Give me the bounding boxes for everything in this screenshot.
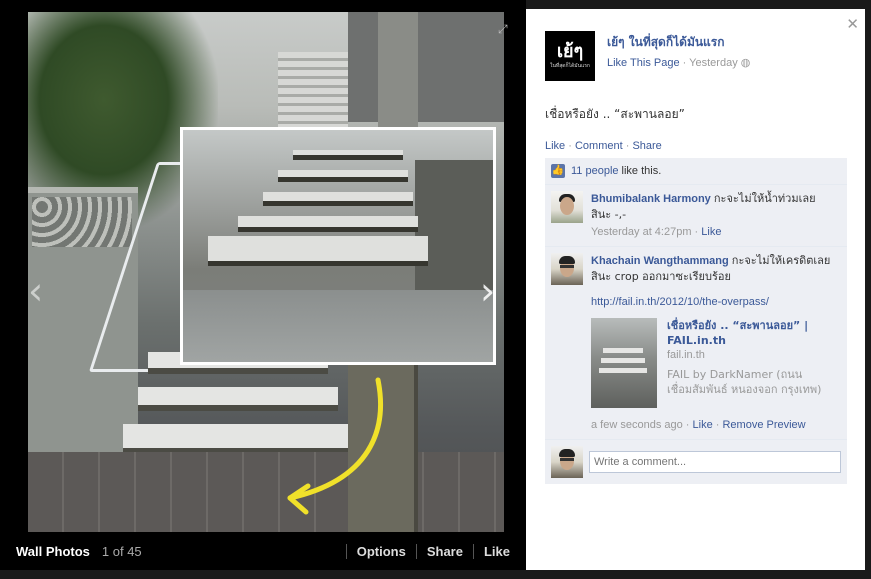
- action-separator: ·: [622, 140, 633, 152]
- link-preview-thumbnail[interactable]: [591, 318, 657, 408]
- comment-time[interactable]: a few seconds ago: [591, 419, 683, 431]
- info-panel: ✕ เย้ๆ ในที่สุดก็ได้มันแรก เย้ๆ ในที่สุด…: [526, 9, 865, 570]
- thumb-step: [601, 358, 645, 363]
- avatar-subtext: ในที่สุดก็ได้มันแรก: [550, 62, 590, 69]
- likes-summary: 👍 11 people like this.: [545, 158, 847, 185]
- avatar[interactable]: [551, 191, 583, 223]
- action-separator: ·: [565, 140, 575, 152]
- inset-step: [293, 150, 403, 160]
- avatar[interactable]: [551, 253, 583, 285]
- post-meta: Like This Page · Yesterday ◍: [607, 56, 750, 69]
- post-share-link[interactable]: Share: [632, 140, 661, 152]
- likes-suffix: like this.: [621, 165, 662, 177]
- chevron-right-icon[interactable]: ›: [480, 272, 495, 310]
- like-button[interactable]: Like: [472, 543, 510, 559]
- inset-step: [263, 192, 413, 206]
- thumb-step: [603, 348, 643, 353]
- header-info: เย้ๆ ในที่สุดก็ได้มันแรก Like This Page …: [607, 31, 750, 81]
- like-page-link[interactable]: Like This Page: [607, 57, 680, 69]
- thumb-step: [599, 368, 647, 373]
- comment-item: Bhumibalank Harmony กะจะไม่ให้น้ำท่วมเลย…: [545, 185, 847, 247]
- comment-composer: [545, 440, 847, 484]
- inset-ground: [183, 290, 493, 362]
- comment-like-link[interactable]: Like: [693, 419, 713, 431]
- link-preview-domain: fail.in.th: [667, 349, 705, 361]
- comment-body: Bhumibalank Harmony กะจะไม่ให้น้ำท่วมเลย…: [591, 191, 831, 240]
- inset-step: [208, 236, 428, 266]
- comment-author-link[interactable]: Khachain Wangthammang: [591, 255, 729, 267]
- post-comment-link[interactable]: Comment: [575, 140, 623, 152]
- likes-count-link[interactable]: 11 people: [571, 165, 619, 177]
- comment-url-link[interactable]: http://fail.in.th/2012/10/the-overpass/: [591, 295, 831, 310]
- photo-bottom-bar: Wall Photos 1 of 45 Options Share Like: [0, 532, 526, 570]
- link-preview-title[interactable]: เชื่อหรือยัง .. “สะพานลอย” | FAIL.in.th: [667, 318, 831, 348]
- avatar-hair: [559, 449, 575, 457]
- link-preview-card[interactable]: เชื่อหรือยัง .. “สะพานลอย” | FAIL.in.th …: [591, 318, 831, 408]
- comment-item: Khachain Wangthammang กะจะไม่ให้เครดิตเล…: [545, 247, 847, 440]
- options-button[interactable]: Options: [345, 543, 416, 559]
- expand-icon[interactable]: ⤢: [498, 22, 508, 37]
- thumbs-up-icon: 👍: [551, 164, 565, 178]
- comment-input[interactable]: [589, 451, 841, 473]
- photo-wall-pattern: [32, 197, 132, 247]
- page-avatar[interactable]: เย้ๆ ในที่สุดก็ได้มันแรก: [545, 31, 595, 81]
- inset-step: [278, 170, 408, 182]
- post-actions: Like · Comment · Share: [545, 140, 847, 152]
- album-name[interactable]: Wall Photos: [16, 544, 90, 559]
- photo-stage: ‹ › ⤢ Wall Photos 1 of 45 Options Share …: [0, 0, 526, 570]
- post-header: เย้ๆ ในที่สุดก็ได้มันแรก เย้ๆ ในที่สุดก็…: [545, 31, 847, 81]
- inset-step: [238, 216, 418, 232]
- photo-column: [378, 12, 418, 132]
- comment-author-link[interactable]: Bhumibalank Harmony: [591, 193, 711, 205]
- photo-beam: [348, 12, 504, 122]
- comment-time[interactable]: Yesterday at 4:27pm: [591, 226, 692, 238]
- avatar-text: เย้ๆ: [556, 41, 584, 63]
- avatar-hair: [559, 256, 575, 264]
- link-preview-description: FAIL by DarkNamer (ถนนเชื่อมสัมพันธ์ หนอ…: [667, 368, 822, 396]
- comment-meta: Yesterday at 4:27pm · Like: [591, 225, 831, 240]
- comment-meta: a few seconds ago · Like · Remove Previe…: [591, 418, 831, 433]
- share-button[interactable]: Share: [415, 543, 473, 559]
- comment-body: Khachain Wangthammang กะจะไม่ให้เครดิตเล…: [591, 253, 831, 433]
- close-icon[interactable]: ✕: [846, 15, 859, 33]
- post-time[interactable]: Yesterday: [689, 57, 738, 69]
- post-like-link[interactable]: Like: [545, 140, 565, 152]
- avatar-glasses: [560, 265, 574, 268]
- avatar: [551, 446, 583, 478]
- photo-floor: [28, 452, 504, 532]
- comment-like-link[interactable]: Like: [701, 226, 721, 238]
- globe-icon: ◍: [740, 57, 751, 69]
- remove-preview-link[interactable]: Remove Preview: [722, 419, 805, 431]
- page-name-link[interactable]: เย้ๆ ในที่สุดก็ได้มันแรก: [607, 33, 750, 52]
- inset-photo: [180, 127, 496, 365]
- avatar-face: [560, 197, 574, 215]
- feedback-box: 👍 11 people like this. Bhumibalank Harmo…: [545, 158, 847, 484]
- yellow-arrow-icon: [287, 377, 383, 515]
- meta-separator: ·: [691, 226, 702, 238]
- avatar-glasses: [560, 458, 574, 461]
- chevron-left-icon[interactable]: ‹: [28, 272, 43, 310]
- link-preview-info: เชื่อหรือยัง .. “สะพานลอย” | FAIL.in.th …: [667, 318, 831, 408]
- post-caption: เชื่อหรือยัง .. “สะพานลอย”: [545, 107, 685, 121]
- photo-upper-stairs: [278, 52, 348, 132]
- meta-separator: ·: [682, 419, 693, 431]
- photo-counter: 1 of 45: [101, 543, 142, 559]
